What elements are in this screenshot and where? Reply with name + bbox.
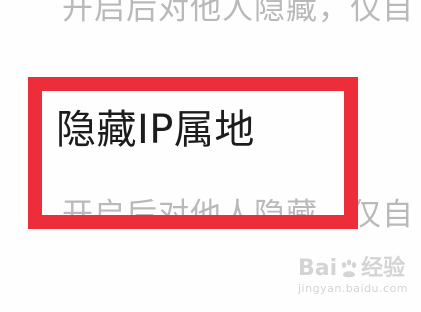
setting-description-top: 开启后对他人隐藏，仅自 [62,0,414,27]
watermark-url: jingyan.baidu.com [298,282,409,295]
watermark-logo: Bai 经验 [298,258,405,280]
baidu-paw-icon [341,259,357,278]
watermark-brand-left: Bai [298,256,338,281]
settings-screen: 开启后对他人隐藏，仅自 隐藏IP属地 开启后对他人隐藏，仅自 Bai 经验 ji… [0,0,421,312]
baidu-jingyan-watermark: Bai 经验 jingyan.baidu.com [298,258,409,296]
hide-ip-description: 开启后对他人隐藏，仅自 [62,197,414,233]
watermark-brand-right: 经验 [361,256,406,281]
hide-ip-location-option[interactable]: 隐藏IP属地 [56,110,255,150]
